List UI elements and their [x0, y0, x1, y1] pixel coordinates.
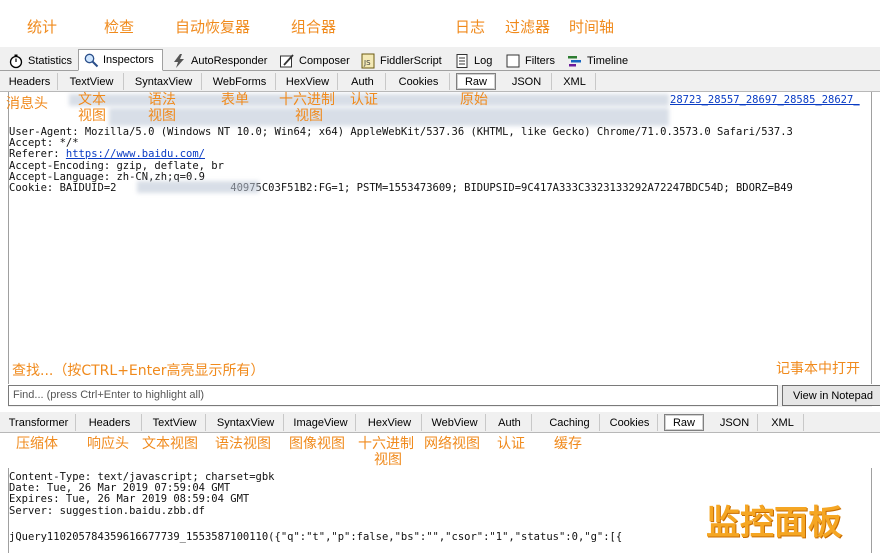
- tab-label: Log: [474, 54, 493, 67]
- annotation-resp-headers: 响应头: [87, 436, 129, 452]
- tab-log[interactable]: Log: [450, 50, 496, 71]
- annotation-find: 查找...（按CTRL+Enter高亮显示所有）: [12, 363, 265, 379]
- tab-timeline[interactable]: Timeline: [563, 50, 632, 71]
- redacted-region: [137, 181, 259, 193]
- request-tab-syntaxview[interactable]: SyntaxView: [126, 73, 202, 90]
- request-tab-raw[interactable]: Raw: [456, 73, 496, 90]
- request-tab-textview[interactable]: TextView: [60, 73, 124, 90]
- annotation-caching: 缓存: [554, 436, 582, 452]
- request-tab-xml[interactable]: XML: [554, 73, 596, 90]
- tab-composer[interactable]: Composer: [275, 50, 354, 71]
- response-tab-transformer[interactable]: Transformer: [2, 414, 76, 431]
- annotation-resp-image: 图像视图: [289, 436, 345, 452]
- annotation-resp-web: 网络视图: [424, 436, 480, 452]
- svg-text:JS: JS: [363, 59, 371, 67]
- response-line-expires: Expires: Tue, 26 Mar 2019 08:59:04 GMT: [9, 493, 250, 506]
- annotation-syntax-1: 语法: [148, 92, 176, 108]
- request-line-referer: Referer: https://www.baidu.com/: [9, 149, 793, 160]
- timeline-icon: [567, 53, 583, 69]
- annotation-log: 日志: [455, 18, 486, 36]
- response-tab-imageview[interactable]: ImageView: [286, 414, 356, 431]
- annotation-hex-2: 视图: [295, 108, 323, 124]
- request-tab-hexview[interactable]: HexView: [278, 73, 338, 90]
- tab-label: Statistics: [28, 54, 73, 67]
- request-tab-cookies[interactable]: Cookies: [388, 73, 450, 90]
- response-tab-headers[interactable]: Headers: [78, 414, 142, 431]
- annotation-resp-syntax: 语法视图: [215, 436, 271, 452]
- tab-label: AutoResponder: [191, 54, 268, 67]
- response-tab-json[interactable]: JSON: [712, 414, 758, 431]
- response-tab-webview[interactable]: WebView: [424, 414, 486, 431]
- response-line-server: Server: suggestion.baidu.zbb.df: [9, 504, 205, 517]
- annotation-timeline: 时间轴: [569, 18, 615, 36]
- annotation-statistics: 统计: [27, 18, 58, 36]
- request-line-useragent: User-Agent: Mozilla/5.0 (Windows NT 10.0…: [9, 126, 793, 138]
- annotation-headers: 消息头: [6, 96, 48, 112]
- watermark-title: 监控面板: [706, 503, 842, 543]
- tab-fiddlerscript[interactable]: JS FiddlerScript: [356, 50, 446, 71]
- request-tab-json[interactable]: JSON: [502, 73, 552, 90]
- document-icon: [454, 53, 470, 69]
- response-tab-syntaxview[interactable]: SyntaxView: [208, 414, 284, 431]
- view-in-notepad-button[interactable]: View in Notepad: [782, 385, 880, 406]
- tab-filters[interactable]: Filters: [501, 50, 559, 71]
- tab-label: Inspectors: [103, 54, 154, 66]
- annotation-notepad: 记事本中打开: [776, 361, 860, 377]
- response-tab-xml[interactable]: XML: [762, 414, 804, 431]
- annotation-raw: 原始: [460, 92, 488, 108]
- stopwatch-icon: [8, 53, 24, 69]
- annotation-filters: 过滤器: [505, 18, 551, 36]
- response-body-line: jQuery110205784359616677739_155358710011…: [9, 531, 623, 543]
- response-tab-cookies[interactable]: Cookies: [602, 414, 658, 431]
- annotation-webforms: 表单: [221, 92, 249, 108]
- response-tab-auth[interactable]: Auth: [488, 414, 532, 431]
- response-tab-raw[interactable]: Raw: [664, 414, 704, 431]
- annotation-syntax-2: 视图: [148, 108, 176, 124]
- request-tab-auth[interactable]: Auth: [340, 73, 386, 90]
- tab-statistics[interactable]: Statistics: [4, 50, 76, 71]
- js-script-icon: JS: [360, 53, 376, 69]
- annotation-resp-hex-1: 十六进制: [358, 436, 414, 452]
- annotation-hex-1: 十六进制: [279, 92, 335, 108]
- request-line-cookie: Cookie: BAIDUID=2 40975C03F51B2:FG=1; PS…: [9, 182, 793, 195]
- magnifier-icon: [83, 52, 99, 68]
- annotation-textview-2: 视图: [78, 108, 106, 124]
- annotation-transformer: 压缩体: [16, 436, 58, 452]
- tab-label: Timeline: [587, 54, 629, 67]
- response-view-tabs: Transformer Headers TextView SyntaxView …: [0, 412, 880, 433]
- request-view-tabs: Headers TextView SyntaxView WebForms Hex…: [0, 71, 880, 92]
- request-tab-headers[interactable]: Headers: [2, 73, 58, 90]
- annotation-autoresponder: 自动恢复器: [175, 18, 251, 36]
- tab-label: FiddlerScript: [380, 54, 442, 67]
- annotation-inspectors: 检查: [104, 18, 135, 36]
- checkbox-icon: [505, 53, 521, 69]
- find-input[interactable]: Find... (press Ctrl+Enter to highlight a…: [8, 385, 778, 406]
- request-url-link[interactable]: 28723_28557_28697_28585_28627_: [670, 94, 860, 106]
- redacted-region: [109, 108, 669, 126]
- response-tab-hexview[interactable]: HexView: [358, 414, 422, 431]
- request-raw-pane[interactable]: 28723_28557_28697_28585_28627_ User-Agen…: [8, 92, 872, 384]
- tab-label: Composer: [299, 54, 350, 67]
- pencil-icon: [279, 53, 295, 69]
- referer-label: Referer:: [9, 148, 66, 161]
- find-bar: Find... (press Ctrl+Enter to highlight a…: [8, 385, 880, 407]
- lightning-icon: [171, 53, 187, 69]
- tab-label: Filters: [525, 54, 555, 67]
- referer-link[interactable]: https://www.baidu.com/: [66, 148, 205, 160]
- annotation-resp-textview: 文本视图: [142, 436, 198, 452]
- tab-autoresponder[interactable]: AutoResponder: [167, 50, 271, 71]
- main-tab-strip: Statistics Inspectors AutoResponder Comp…: [0, 47, 880, 71]
- response-tab-textview[interactable]: TextView: [144, 414, 206, 431]
- annotation-resp-auth: 认证: [497, 436, 525, 452]
- annotation-textview-1: 文本: [78, 92, 106, 108]
- tab-inspectors[interactable]: Inspectors: [78, 49, 163, 71]
- request-tab-webforms[interactable]: WebForms: [204, 73, 276, 90]
- annotation-auth: 认证: [350, 92, 378, 108]
- response-tab-caching[interactable]: Caching: [540, 414, 600, 431]
- annotation-composer: 组合器: [291, 18, 337, 36]
- annotation-resp-hex-2: 视图: [374, 452, 402, 468]
